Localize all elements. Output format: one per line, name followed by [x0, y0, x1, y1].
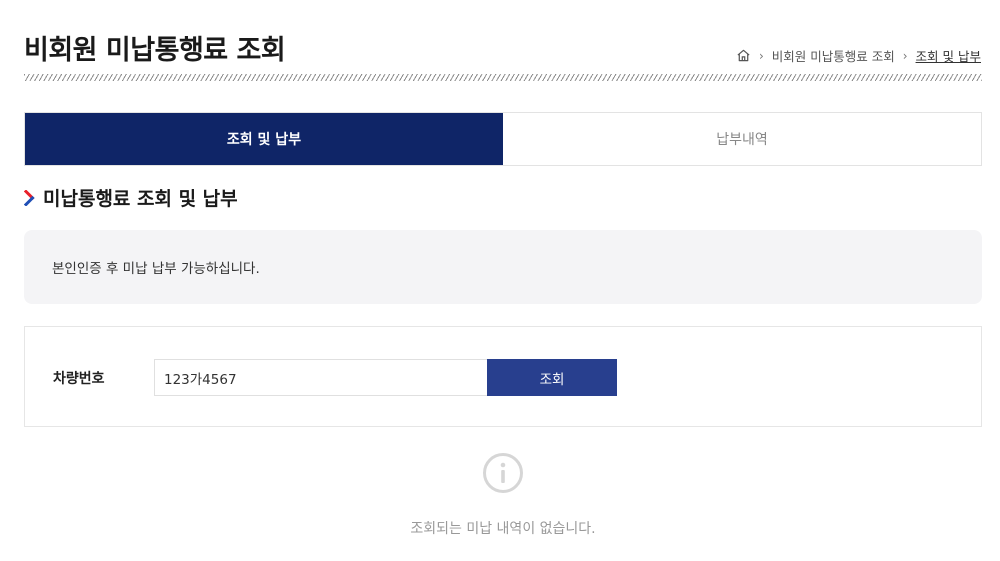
vehicle-number-label: 차량번호 [53, 371, 105, 387]
home-icon[interactable] [736, 48, 751, 63]
section-title: 미납통행료 조회 및 납부 [24, 184, 238, 211]
section-title-text: 미납통행료 조회 및 납부 [43, 188, 238, 210]
notice-box: 본인인증 후 미납 납부 가능하십니다. [24, 230, 982, 304]
tab-payment-history[interactable]: 납부내역 [503, 113, 981, 165]
breadcrumb-item-level1[interactable]: 비회원 미납통행료 조회 [772, 46, 895, 65]
vehicle-number-input[interactable] [154, 359, 488, 396]
breadcrumb-separator-icon: › [758, 48, 764, 63]
chevron-right-icon [24, 189, 35, 206]
tab-bar: 조회 및 납부 납부내역 [24, 112, 982, 166]
breadcrumb-item-current[interactable]: 조회 및 납부 [916, 46, 981, 65]
search-button[interactable]: 조회 [487, 359, 617, 396]
breadcrumb: › 비회원 미납통행료 조회 › 조회 및 납부 [736, 46, 981, 65]
vehicle-search-form: 차량번호 조회 [24, 326, 982, 427]
title-divider [24, 74, 982, 81]
page-title: 비회원 미납통행료 조회 [24, 35, 286, 66]
notice-text: 본인인증 후 미납 납부 가능하십니다. [52, 261, 260, 277]
breadcrumb-separator-icon: › [902, 48, 908, 63]
tab-inquiry-payment[interactable]: 조회 및 납부 [25, 113, 503, 165]
empty-state: 조회되는 미납 내역이 없습니다. [0, 452, 1000, 538]
empty-message: 조회되는 미납 내역이 없습니다. [410, 521, 596, 537]
info-icon [483, 453, 523, 493]
